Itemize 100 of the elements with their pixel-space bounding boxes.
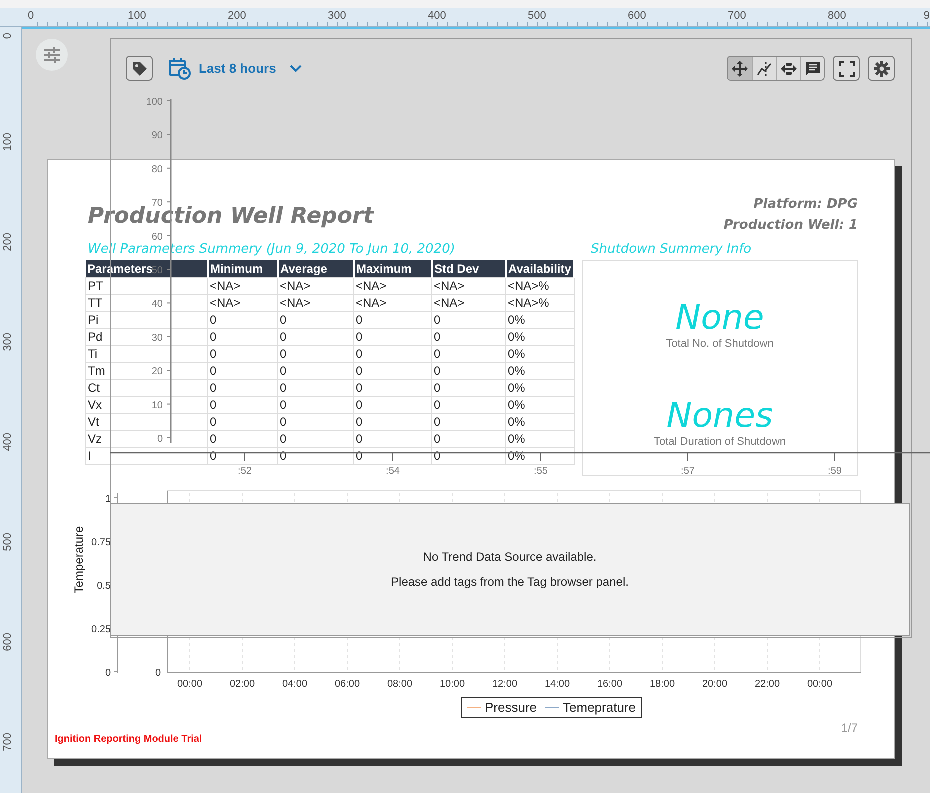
axis-label: 0.5 bbox=[97, 581, 111, 592]
table-cell: 0% bbox=[506, 312, 574, 328]
settings-button[interactable] bbox=[868, 56, 895, 81]
ruler-label: 500 bbox=[528, 10, 546, 22]
table-cell: 0 bbox=[208, 430, 278, 448]
axis-label: 16:00 bbox=[597, 679, 623, 690]
table-cell: 0 bbox=[278, 312, 354, 328]
table-cell: 0 bbox=[208, 414, 278, 430]
table-cell: 0 bbox=[278, 328, 354, 346]
axis-label: 80 bbox=[152, 164, 163, 176]
sliders-icon bbox=[43, 47, 61, 63]
table-cell: Vt bbox=[86, 414, 208, 430]
axis-label: :59 bbox=[828, 466, 842, 477]
tag-button[interactable] bbox=[126, 56, 153, 81]
table-cell: 0 bbox=[208, 346, 278, 362]
table-cell: 0% bbox=[506, 396, 574, 414]
table-cell: 0 bbox=[278, 346, 354, 362]
table-cell: 0 bbox=[208, 380, 278, 396]
axis-label: 08:00 bbox=[387, 679, 413, 690]
table-cell: 0 bbox=[278, 362, 354, 380]
axis-label: 0 bbox=[155, 668, 161, 679]
axis-label: 10:00 bbox=[440, 679, 466, 690]
axis-label: 90 bbox=[152, 130, 163, 142]
ruler-label: 800 bbox=[828, 10, 846, 22]
table-cell: 0% bbox=[506, 430, 574, 448]
table-cell: 0 bbox=[278, 396, 354, 414]
axis-label: 0 bbox=[105, 668, 111, 679]
ruler-label: 400 bbox=[428, 10, 446, 22]
chart-mode-button[interactable] bbox=[800, 57, 824, 80]
ruler-label: 700 bbox=[728, 10, 746, 22]
table-cell: 0% bbox=[506, 346, 574, 362]
ruler-label: 600 bbox=[628, 10, 646, 22]
axis-label: 60 bbox=[152, 232, 163, 243]
time-range-dropdown[interactable]: Last 8 hours bbox=[169, 58, 302, 80]
message-text: No Trend Data Source available. bbox=[423, 550, 597, 564]
ruler-label: 400 bbox=[2, 433, 14, 452]
table-cell: 0 bbox=[432, 346, 506, 362]
table-cell: 0 bbox=[354, 328, 432, 346]
ruler-label: 200 bbox=[228, 10, 246, 22]
settings-sliders-button[interactable] bbox=[36, 39, 68, 71]
column-header: Availability bbox=[506, 260, 574, 278]
shutdown-value: None bbox=[676, 298, 764, 338]
tag-icon bbox=[132, 60, 148, 76]
shutdown-label: Total No. of Shutdown bbox=[666, 338, 774, 350]
axis-label: 00:00 bbox=[807, 679, 833, 690]
table-cell: 0 bbox=[208, 328, 278, 346]
axis-label: 04:00 bbox=[282, 679, 308, 690]
table-cell: <NA>% bbox=[506, 294, 574, 312]
axis-label: 22:00 bbox=[754, 679, 780, 690]
table-cell: 0 bbox=[432, 362, 506, 380]
legend-label: Pressure bbox=[484, 700, 538, 715]
axis-label: 14:00 bbox=[544, 679, 570, 690]
chart-mode-button[interactable] bbox=[728, 57, 752, 80]
calendar-clock-icon bbox=[169, 58, 191, 80]
fullscreen-button[interactable] bbox=[833, 56, 860, 81]
table-cell: <NA> bbox=[354, 278, 432, 294]
ruler-label: 0 bbox=[2, 33, 14, 40]
ruler-label: 100 bbox=[128, 10, 146, 22]
axis-label: 18:00 bbox=[650, 679, 676, 690]
table-cell: Ti bbox=[86, 346, 208, 362]
section-title: Shutdown Summery Info bbox=[591, 242, 753, 259]
message-text: Please add tags from the Tag browser panel. bbox=[391, 575, 629, 589]
chart-mode-button[interactable] bbox=[776, 57, 800, 80]
table-cell: 0% bbox=[506, 414, 574, 430]
ruler-label: 300 bbox=[328, 10, 346, 22]
table-cell: 0 bbox=[432, 328, 506, 346]
table-cell: 0 bbox=[208, 362, 278, 380]
column-header: Minimum bbox=[208, 260, 278, 278]
table-cell: 0 bbox=[432, 312, 506, 328]
axis-label: 20:00 bbox=[702, 679, 728, 690]
table-cell: 0 bbox=[354, 380, 432, 396]
well-label: Production Well: 1 bbox=[724, 217, 858, 235]
table-cell: 0% bbox=[506, 380, 574, 396]
table-cell: Pi bbox=[86, 312, 208, 328]
table-cell: 0 bbox=[432, 380, 506, 396]
trial-notice: Ignition Reporting Module Trial bbox=[55, 734, 202, 745]
table-cell: 0 bbox=[354, 346, 432, 362]
table-cell: Ct bbox=[86, 380, 208, 396]
x-trace-icon bbox=[756, 60, 772, 76]
table-cell: <NA> bbox=[278, 278, 354, 294]
table-cell: I bbox=[86, 448, 208, 464]
axis-label: 12:00 bbox=[492, 679, 518, 690]
axis-label: 0.75 bbox=[92, 538, 111, 548]
chart-mode-button[interactable] bbox=[752, 57, 776, 80]
column-header: Std Dev bbox=[432, 260, 506, 278]
table-cell: 0 bbox=[354, 414, 432, 430]
axis-label: 20 bbox=[152, 366, 163, 378]
notes-icon bbox=[804, 60, 820, 76]
shutdown-value: Nones bbox=[666, 396, 774, 436]
table-cell: 0% bbox=[506, 362, 574, 380]
table-cell: 0 bbox=[278, 414, 354, 430]
fullscreen-icon bbox=[838, 60, 854, 76]
table-cell: <NA> bbox=[208, 294, 278, 312]
axis-label: :54 bbox=[386, 466, 400, 477]
table-cell: 0% bbox=[506, 328, 574, 346]
axis-label: 1 bbox=[105, 494, 111, 505]
ruler-label: 0 bbox=[28, 10, 34, 22]
platform-label: Platform: DPG bbox=[752, 196, 858, 214]
table-cell: <NA> bbox=[354, 294, 432, 312]
chevron-down-icon bbox=[290, 64, 302, 72]
